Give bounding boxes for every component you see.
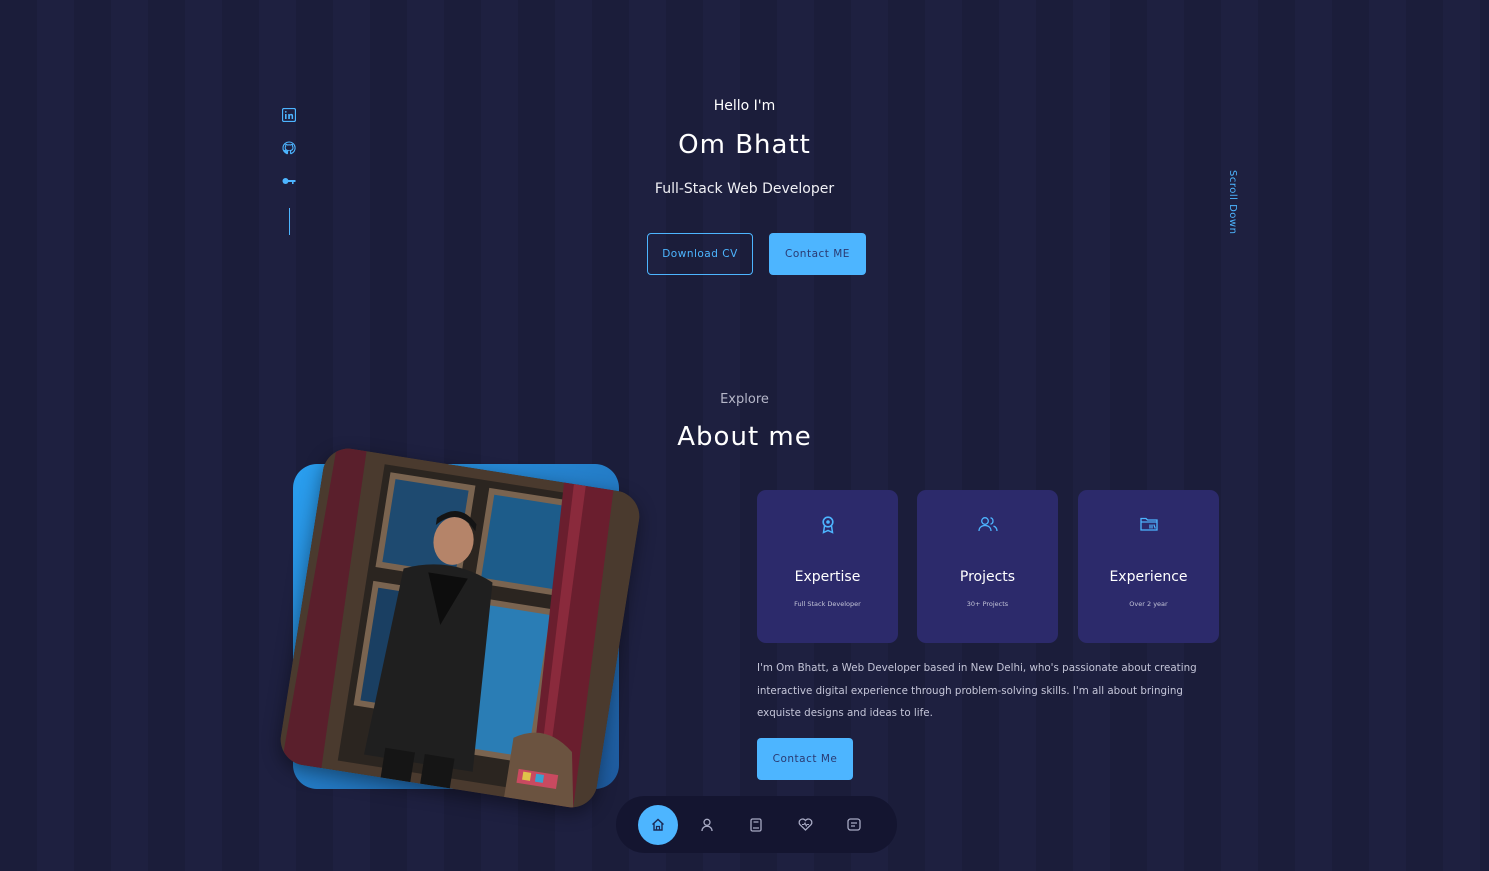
user-icon bbox=[701, 818, 713, 831]
profile-photo bbox=[276, 444, 644, 812]
nav-experience[interactable] bbox=[736, 805, 776, 845]
card-subtitle: Full Stack Developer bbox=[794, 600, 861, 608]
home-icon bbox=[652, 818, 664, 831]
expertise-card: Expertise Full Stack Developer bbox=[757, 490, 898, 643]
download-cv-button[interactable]: Download CV bbox=[647, 233, 753, 275]
nav-services[interactable] bbox=[785, 805, 825, 845]
about-description: I'm Om Bhatt, a Web Developer based in N… bbox=[757, 662, 1197, 719]
nav-home[interactable] bbox=[638, 804, 678, 845]
greeting: Hello I'm bbox=[713, 98, 776, 114]
hero-role: Full-Stack Web Developer bbox=[654, 181, 835, 197]
social-divider bbox=[288, 208, 290, 235]
card-title: Expertise bbox=[794, 569, 861, 585]
social-links bbox=[281, 107, 297, 235]
message-icon bbox=[847, 818, 861, 831]
section-title: About me bbox=[677, 422, 812, 452]
card-title: Experience bbox=[1109, 569, 1188, 585]
experience-card: Experience Over 2 year bbox=[1078, 490, 1219, 643]
hero-name: Om Bhatt bbox=[678, 130, 811, 160]
nav-about[interactable] bbox=[687, 805, 727, 845]
bottom-nav bbox=[616, 796, 897, 853]
award-icon bbox=[757, 516, 898, 534]
about-contact-button[interactable]: Contact Me bbox=[757, 738, 853, 780]
card-title: Projects bbox=[959, 569, 1016, 585]
users-icon bbox=[917, 516, 1058, 532]
projects-card: Projects 30+ Projects bbox=[917, 490, 1058, 643]
card-subtitle: 30+ Projects bbox=[966, 600, 1009, 608]
scroll-down-link[interactable]: Scroll Down bbox=[1227, 170, 1238, 234]
heart-icon bbox=[798, 818, 812, 831]
folder-icon bbox=[1078, 516, 1219, 532]
nav-contact[interactable] bbox=[834, 805, 874, 845]
section-eyebrow: Explore bbox=[720, 392, 769, 407]
card-subtitle: Over 2 year bbox=[1129, 600, 1168, 608]
contact-button[interactable]: Contact ME bbox=[769, 233, 866, 275]
book-icon bbox=[750, 817, 762, 832]
